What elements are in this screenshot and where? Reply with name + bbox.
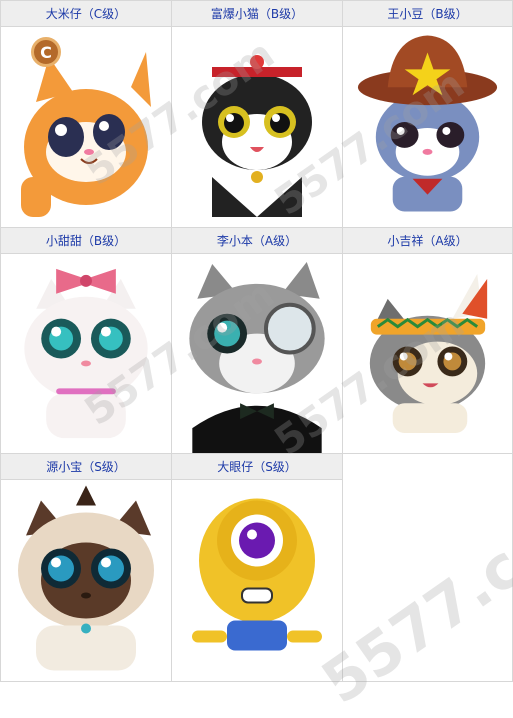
character-cell[interactable]: 富爆小猫（B级） xyxy=(171,0,343,228)
character-name-header: 小甜甜（B级） xyxy=(1,228,171,254)
character-name-header: 李小本（A级） xyxy=(172,228,342,254)
character-image-yuanxiaobao xyxy=(1,480,171,681)
character-name-header: 大米仔（C级） xyxy=(1,1,171,27)
character-cell[interactable]: 小吉祥（A级） xyxy=(342,227,513,454)
character-cell[interactable]: 大眼仔（S级） xyxy=(171,453,343,682)
character-name-header: 小吉祥（A级） xyxy=(343,228,512,254)
character-image-wangxiaodou xyxy=(343,27,512,227)
character-cell[interactable]: 李小本（A级） xyxy=(171,227,343,454)
character-cell[interactable]: 大米仔（C级） C xyxy=(0,0,172,228)
character-image-fubaoxiaomao xyxy=(172,27,342,227)
c-grade-badge: C xyxy=(31,37,61,67)
character-cell[interactable]: 小甜甜（B级） xyxy=(0,227,172,454)
character-image-dayanzai xyxy=(172,480,342,681)
character-image-xiaojixiang xyxy=(343,254,512,453)
character-grid: 大米仔（C级） C 富爆小猫（B级） 王小豆（B级） 小甜甜（B级） 李小本（A… xyxy=(0,0,513,718)
character-name-header: 大眼仔（S级） xyxy=(172,454,342,480)
character-image-damizai: C xyxy=(1,27,171,227)
character-cell[interactable]: 源小宝（S级） xyxy=(0,453,172,682)
character-name-header: 富爆小猫（B级） xyxy=(172,1,342,27)
character-name-header: 王小豆（B级） xyxy=(343,1,512,27)
character-image-xiaotiantian xyxy=(1,254,171,453)
character-name-header: 源小宝（S级） xyxy=(1,454,171,480)
character-cell[interactable]: 王小豆（B级） xyxy=(342,0,513,228)
character-image-lixiaoben xyxy=(172,254,342,453)
empty-cell xyxy=(342,453,513,682)
